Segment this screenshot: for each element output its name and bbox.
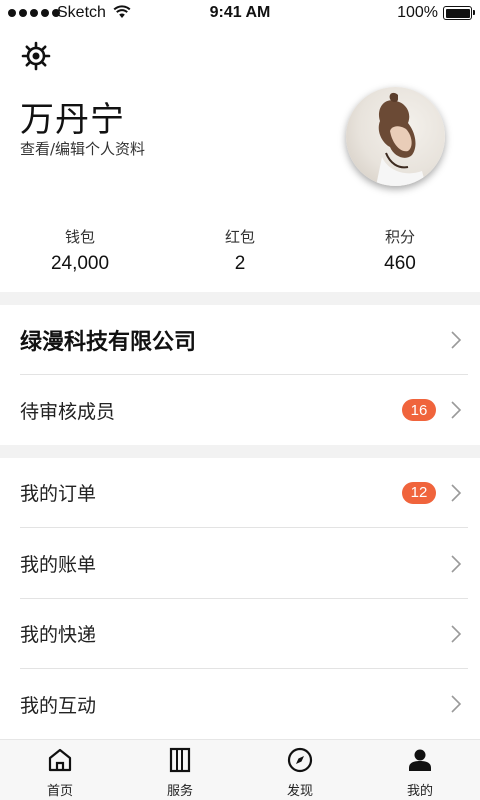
- tab-label: 发现: [286, 784, 313, 799]
- home-icon: [48, 748, 72, 772]
- tab-label: 服务: [166, 784, 193, 799]
- avatar-portrait: [376, 92, 426, 186]
- stat-label: 红包: [224, 228, 255, 246]
- menu-item-label: 我的快递: [20, 624, 97, 646]
- menu-item-interactions[interactable]: 我的互动: [20, 669, 468, 739]
- compass-icon: [287, 747, 313, 773]
- company-name: 绿漫科技有限公司: [20, 329, 197, 355]
- stat-points[interactable]: 积分 460: [320, 226, 480, 282]
- edit-profile-link[interactable]: 查看/编辑个人资料: [20, 138, 145, 159]
- person-icon: [409, 749, 431, 771]
- tab-discover[interactable]: 发现: [240, 740, 360, 800]
- count-badge: 16: [402, 399, 436, 421]
- company-row[interactable]: 绿漫科技有限公司: [20, 305, 468, 375]
- chevron-right-icon: [451, 624, 462, 643]
- tab-home[interactable]: 首页: [0, 740, 120, 800]
- pending-members-row[interactable]: 待审核成员 16: [20, 375, 468, 445]
- stat-red-packet[interactable]: 红包 2: [160, 226, 320, 282]
- chevron-right-icon: [451, 695, 462, 713]
- stat-label: 积分: [384, 228, 415, 246]
- stat-value: 2: [234, 253, 246, 274]
- count-badge: 12: [402, 481, 436, 504]
- stat-value: 24,000: [50, 253, 110, 274]
- chevron-right-icon: [451, 483, 462, 502]
- menu-item-label: 我的互动: [20, 694, 97, 717]
- chevron-right-icon: [451, 401, 462, 419]
- section-divider: [0, 292, 480, 305]
- book-icon: [169, 747, 191, 773]
- menu-item-orders[interactable]: 我的订单 12: [20, 458, 468, 528]
- menu-item-express[interactable]: 我的快递: [20, 599, 468, 669]
- menu-item-label: 我的账单: [20, 554, 97, 576]
- status-bar: Sketch 9:41 AM 100%: [0, 0, 480, 28]
- tab-services[interactable]: 服务: [120, 740, 240, 800]
- stats-bar: 钱包 24,000 红包 2 积分 460: [0, 226, 480, 282]
- stat-wallet[interactable]: 钱包 24,000: [0, 226, 160, 282]
- tab-label: 首页: [46, 784, 73, 799]
- battery-percent: 100%: [397, 4, 438, 21]
- menu-item-bills[interactable]: 我的账单: [20, 529, 468, 599]
- menu-item-label: 我的订单: [20, 483, 97, 505]
- stat-value: 460: [384, 253, 416, 274]
- user-name: 万丹宁: [20, 100, 125, 140]
- pending-members-label: 待审核成员: [20, 400, 116, 423]
- avatar[interactable]: [346, 87, 445, 186]
- tab-bar: 首页 服务 发现 我的: [0, 739, 480, 800]
- gear-icon[interactable]: [20, 40, 52, 72]
- section-divider: [0, 445, 480, 458]
- tab-label: 我的: [406, 784, 433, 799]
- chevron-right-icon: [451, 330, 462, 349]
- chevron-right-icon: [451, 554, 462, 573]
- stat-label: 钱包: [64, 228, 95, 246]
- battery-icon: [443, 6, 475, 20]
- tab-mine[interactable]: 我的: [360, 740, 480, 800]
